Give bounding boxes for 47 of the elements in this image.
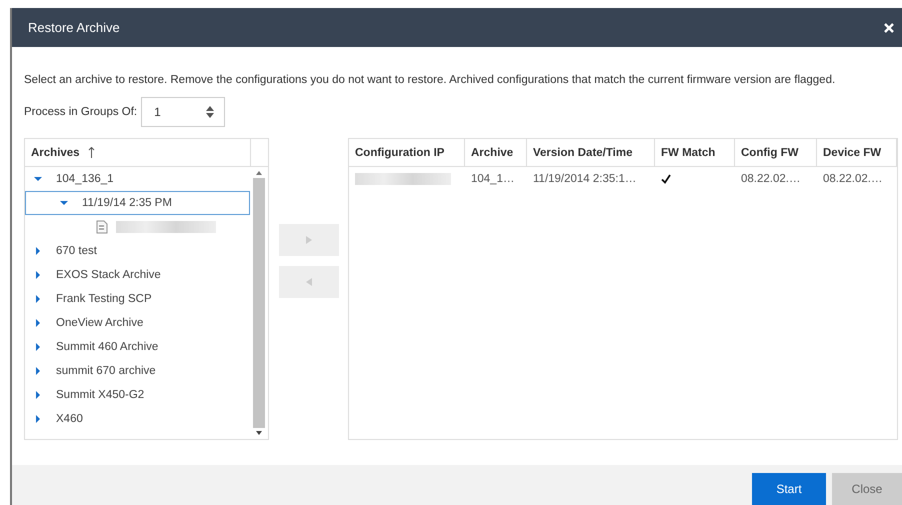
tree-item[interactable]: 104_136_1 [25,167,250,191]
window-title: Restore Archive [28,20,120,35]
table-cell-text: 11/19/2014 2:35:1… [532,172,638,187]
column-header[interactable]: Version Date/Time [527,139,655,166]
group-size-label: Process in Groups Of: [24,106,138,118]
table-cell-text: 08.22.02.… [822,172,884,187]
caret-right-icon [34,367,42,375]
tree-item[interactable]: Summit 460 Archive [25,335,250,359]
close-icon [884,22,894,32]
close-button[interactable]: Close [832,473,902,505]
sort-arrow-icon [88,147,95,158]
tree-item[interactable]: 11/19/14 2:35 PM [25,191,250,215]
tree-item[interactable]: EXOS Stack Archive [25,263,250,287]
file-icon [96,220,108,234]
start-button[interactable]: Start [752,473,826,505]
caret-right-icon [34,415,42,423]
caret-down-icon [60,199,68,207]
caret-right-icon [34,295,42,303]
scroll-up-icon [256,171,262,175]
arrow-left-icon [306,278,312,286]
caret-right-icon [34,247,42,255]
instruction-text: Select an archive to restore. Remove the configurations you do not want to restore. Archived configurations that match the current firmware version are flagged. [24,73,836,88]
column-header[interactable]: Configuration IP [349,139,465,166]
tree-item[interactable]: summit 670 archive [25,359,250,383]
tree-item[interactable]: 670 test [25,239,250,263]
scrollbar-thumb[interactable] [253,178,266,428]
tree-item[interactable]: Summit X450-G2 [25,383,250,407]
scroll-down-icon [256,431,262,435]
caret-right-icon [34,391,42,399]
caret-down-icon [34,175,42,183]
column-header[interactable]: Archive [465,139,527,166]
column-header[interactable]: Device FW [817,139,897,166]
tree-item[interactable]: OneView Archive [25,311,250,335]
group-size-spinner[interactable]: 1 [141,97,226,127]
column-header[interactable]: Archives [25,139,252,166]
tree-item[interactable]: Frank Testing SCP [25,287,250,311]
table-cell-text: 104_1… [470,172,516,187]
tree-item[interactable]: X460 [25,407,250,431]
caret-right-icon [34,271,42,279]
caret-right-icon [34,343,42,351]
column-header[interactable]: FW Match [655,139,735,166]
table-cell-text: 08.22.02.… [740,172,802,187]
arrow-right-icon [306,236,312,244]
spinner-arrows-icon [206,106,214,118]
caret-right-icon [34,319,42,327]
close-button[interactable] [882,20,896,34]
column-header[interactable]: Config FW [735,139,817,166]
